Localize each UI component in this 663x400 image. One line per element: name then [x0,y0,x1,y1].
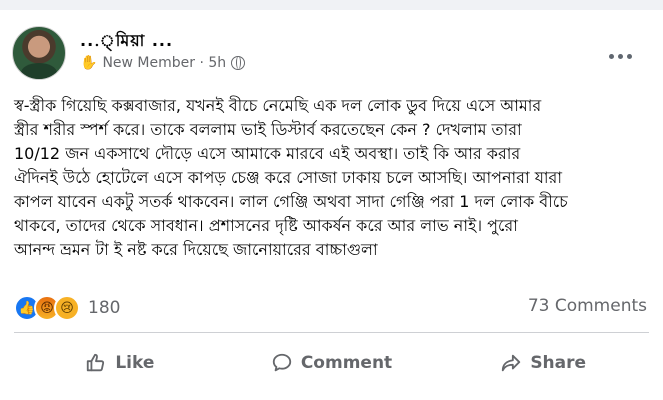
post-body: স্ব-স্ত্রীক গিয়েছি কক্সবাজার, যখনই বীচে… [14,94,654,262]
like-label: Like [115,353,155,373]
divider [14,332,649,333]
post-line: স্ত্রীর শরীর স্পর্শ করে। তাকে বললাম ভাই … [14,120,522,139]
globe-icon [231,56,246,70]
post-line: ঐদিনই উঠে হোটেলে এসে কাপড় চেঞ্জ করে সোজ… [14,168,563,187]
sad-icon: 😢 [54,295,80,321]
member-badge[interactable]: New Member · 5h [102,55,226,71]
dot-icon [609,53,614,59]
post-line: আনন্দ ভ্রমন টা ই নষ্ট করে দিয়েছে জানোয়… [14,240,378,259]
like-button[interactable]: Like [14,338,226,388]
share-button[interactable]: Share [437,338,649,388]
post-line: 10/12 জন একসাথে দৌড়ে এসে আমাকে মারবে এই… [14,144,521,163]
comments-count-link[interactable]: 73 Comments [528,296,647,316]
post-line: থাকবে, তাদের থেকে সাবধান। প্রশাসনের দৃষ্… [14,216,518,235]
reaction-summary[interactable]: 👍 😡 😢 180 [14,295,120,321]
top-band [0,0,663,10]
share-label: Share [530,353,587,373]
post-meta: ✋ New Member · 5h [80,54,246,72]
dot-icon [627,53,632,59]
author-name[interactable]: ...্মিয়া ... [80,28,173,55]
more-options-button[interactable] [609,50,635,62]
reaction-count: 180 [88,298,121,318]
wave-hand-icon: ✋ [80,55,98,71]
avatar-shirt [21,63,57,79]
thumbs-up-icon [87,353,105,372]
post-line: স্ব-স্ত্রীক গিয়েছি কক্সবাজার, যখনই বীচে… [14,96,542,115]
dot-icon [618,53,623,59]
action-bar: Like Comment Share [14,338,649,388]
comment-label: Comment [300,353,393,373]
avatar[interactable] [12,26,66,80]
comment-icon [272,353,291,372]
comment-button[interactable]: Comment [226,338,438,388]
post-card: ...্মিয়া ... ✋ New Member · 5h স্ব-স্ত্… [0,10,663,400]
post-line: কাপল যাবেন একটু সতর্ক থাকবেন। লাল গেঞ্জি… [14,192,568,211]
share-icon [502,354,521,372]
